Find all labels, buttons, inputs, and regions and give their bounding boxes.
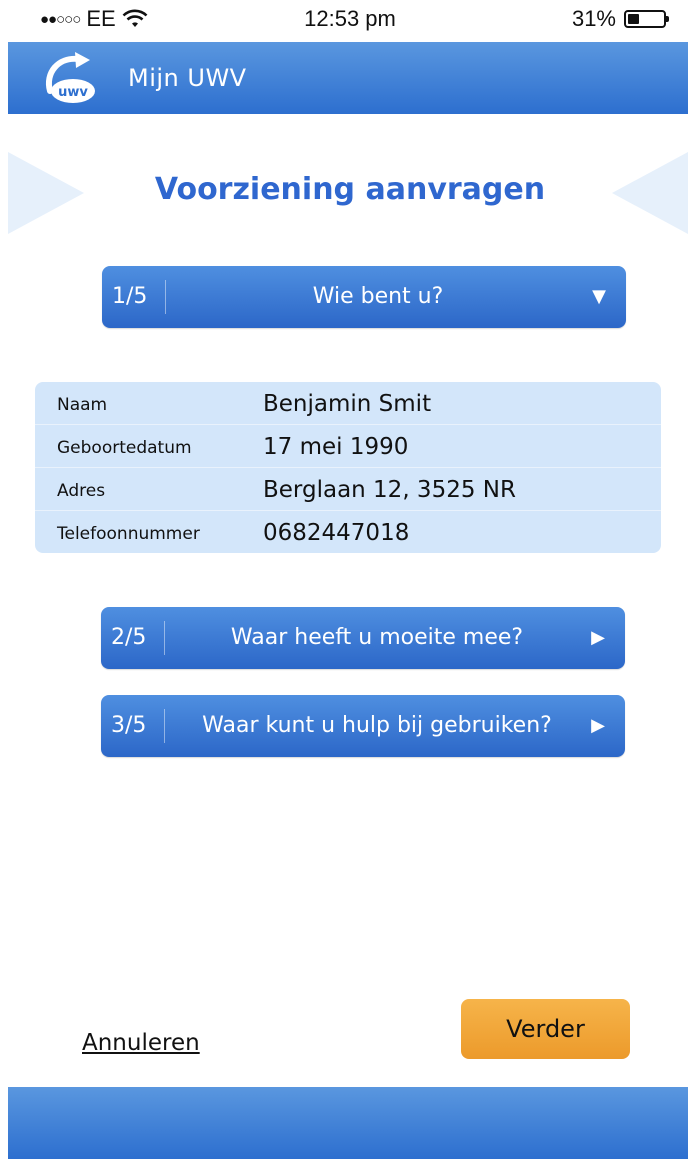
step-number: 2/5 [111,625,147,650]
info-value: 17 mei 1990 [263,434,409,460]
page-title: Voorziening aanvragen [154,172,546,207]
battery-icon [624,10,669,28]
personal-info-table: Naam Benjamin Smit Geboortedatum 17 mei … [35,382,661,553]
step-2-header[interactable]: 2/5 Waar heeft u moeite mee? ▶ [101,607,625,669]
next-button[interactable]: Verder [461,999,630,1059]
logo-text: uwv [58,85,88,100]
status-right: 31% [571,6,669,32]
battery-fill [628,14,639,24]
info-label: Naam [57,395,108,415]
info-value: Benjamin Smit [263,391,432,417]
app-header: uwv Mijn UWV [8,42,688,114]
step-label: Wie bent u? [312,284,444,309]
info-label: Telefoonnummer [57,524,200,544]
info-label: Adres [57,481,106,501]
info-value: 0682447018 [263,520,410,546]
info-row-address: Adres Berglaan 12, 3525 NR [35,468,661,511]
info-row-birthdate: Geboortedatum 17 mei 1990 [35,425,661,468]
app-title: Mijn UWV [128,64,247,92]
info-row-name: Naam Benjamin Smit [35,382,661,425]
step-label: Waar kunt u hulp bij gebruiken? [202,713,552,738]
uwv-logo[interactable]: uwv [42,51,100,105]
battery-percent: 31% [571,6,616,31]
step-number: 1/5 [112,284,148,309]
info-row-phone: Telefoonnummer 0682447018 [35,511,661,553]
info-value: Berglaan 12, 3525 NR [263,477,516,503]
step-1-header[interactable]: 1/5 Wie bent u? ▼ [102,266,626,328]
chevron-down-icon: ▼ [592,286,606,307]
chevron-right-icon: ▶ [591,715,605,736]
step-label: Waar heeft u moeite mee? [230,625,524,650]
footer-bar [8,1087,688,1159]
step-number: 3/5 [111,713,147,738]
step-3-header[interactable]: 3/5 Waar kunt u hulp bij gebruiken? ▶ [101,695,625,757]
cancel-link[interactable]: Annuleren [82,1030,200,1056]
chevron-right-icon: ▶ [591,627,605,648]
status-bar: ●●○○○ EE 12:53 pm 31% [0,0,700,40]
info-label: Geboortedatum [57,438,192,458]
